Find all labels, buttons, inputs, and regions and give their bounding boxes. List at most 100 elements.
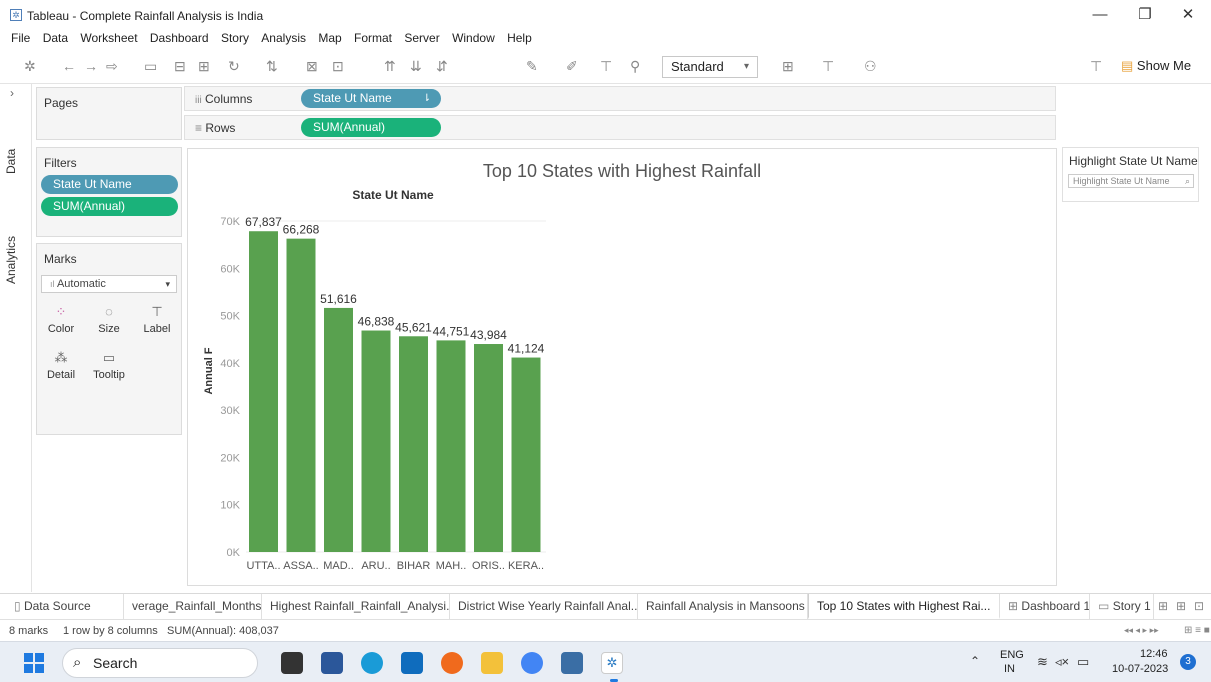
bing-icon[interactable] xyxy=(561,652,583,674)
task-view-icon[interactable] xyxy=(281,652,303,674)
menu-window[interactable]: Window xyxy=(452,28,495,48)
highlight-icon[interactable]: ✎ xyxy=(526,58,538,75)
share-icon[interactable]: ⚇ xyxy=(864,58,877,75)
highlight-input[interactable]: Highlight State Ut Name ⌕ xyxy=(1068,174,1194,188)
new-datasource-icon[interactable]: ⊟ xyxy=(174,58,186,75)
filter-pill-state[interactable]: State Ut Name xyxy=(41,175,178,194)
fit-dropdown-value: Standard xyxy=(671,59,724,74)
device-preview-icon[interactable]: ⊤ xyxy=(822,58,834,75)
undo-icon[interactable]: ← xyxy=(62,58,76,74)
menu-bar: File Data Worksheet Dashboard Story Anal… xyxy=(0,28,1211,48)
menu-data[interactable]: Data xyxy=(43,28,68,48)
edge-icon[interactable] xyxy=(361,652,383,674)
language-top[interactable]: ENG xyxy=(1000,649,1024,661)
new-dashboard-icon[interactable]: ⊞ xyxy=(1176,599,1186,613)
view-mode-icon[interactable]: ⊞ ≡ ■ xyxy=(1184,625,1210,636)
replay-icon[interactable]: ⇨ xyxy=(106,58,118,75)
chrome-icon[interactable] xyxy=(521,652,543,674)
taskbar-search[interactable]: ⌕ Search xyxy=(62,648,258,678)
annotate-icon[interactable]: ✐ xyxy=(566,58,578,75)
store-icon[interactable] xyxy=(321,652,343,674)
tab-analytics[interactable]: Analytics xyxy=(4,236,18,284)
windows-start-icon[interactable] xyxy=(24,653,44,673)
tooltip-icon: ▭ xyxy=(102,350,116,365)
firefox-icon[interactable] xyxy=(441,652,463,674)
filter-pill-annual[interactable]: SUM(Annual) xyxy=(41,197,178,216)
pages-title: Pages xyxy=(44,96,79,110)
color-button[interactable]: ⁘ Color xyxy=(41,304,81,335)
restore-button[interactable]: ❐ xyxy=(1125,4,1165,26)
new-worksheet-icon[interactable]: ⊞ xyxy=(1158,599,1168,613)
dashboard-icon: ⊞ xyxy=(1008,599,1019,613)
menu-map[interactable]: Map xyxy=(318,28,341,48)
file-explorer-icon[interactable] xyxy=(481,652,503,674)
save-icon[interactable]: ▭ xyxy=(144,58,157,75)
group-icon[interactable]: ⊠ xyxy=(306,58,318,75)
menu-analysis[interactable]: Analysis xyxy=(261,28,306,48)
mark-type-dropdown[interactable]: ıl Automatic ▾ xyxy=(41,275,177,293)
columns-pill[interactable]: State Ut Name ⇂ xyxy=(301,89,441,108)
expand-chevron-icon[interactable]: › xyxy=(10,86,14,100)
sheet-tab[interactable]: Highest Rainfall_Rainfall_Analysi... xyxy=(262,594,450,619)
tab-data[interactable]: Data xyxy=(4,149,18,174)
bar-chart: Top 10 States with Highest Rainfall State… xyxy=(203,161,761,572)
status-sum: SUM(Annual): 408,037 xyxy=(167,625,279,637)
new-story-icon[interactable]: ⊡ xyxy=(1194,599,1204,613)
language-bottom[interactable]: IN xyxy=(1004,663,1015,675)
clear-icon[interactable]: ⊡ xyxy=(332,58,344,75)
show-labels-icon[interactable]: ⇵ xyxy=(436,58,448,75)
detail-button[interactable]: ⁂ Detail xyxy=(41,350,81,381)
menu-dashboard[interactable]: Dashboard xyxy=(150,28,209,48)
label-icon[interactable]: ⊤ xyxy=(600,58,612,75)
menu-story[interactable]: Story xyxy=(221,28,249,48)
minimize-button[interactable]: — xyxy=(1080,4,1120,26)
sheet-tab-active[interactable]: Top 10 States with Highest Rai... xyxy=(808,594,1000,619)
new-worksheet-icon[interactable]: ⊞ xyxy=(198,58,210,75)
wifi-icon[interactable]: ≋ xyxy=(1037,654,1048,670)
chevron-up-icon[interactable]: ⌃ xyxy=(970,654,980,668)
menu-worksheet[interactable]: Worksheet xyxy=(80,28,137,48)
show-me-button[interactable]: ▤ Show Me xyxy=(1121,58,1191,74)
notification-badge[interactable]: 3 xyxy=(1180,654,1196,670)
x-tick-label: KERA.. xyxy=(508,560,544,572)
label-button[interactable]: ⊤ Label xyxy=(137,304,177,335)
bar-value-label: 51,616 xyxy=(320,292,357,306)
mail-icon[interactable] xyxy=(401,652,423,674)
close-button[interactable]: ✕ xyxy=(1168,4,1208,26)
sort-descending-icon[interactable]: ⇊ xyxy=(410,58,422,75)
tooltip-button[interactable]: ▭ Tooltip xyxy=(89,350,129,381)
volume-icon[interactable]: ◃× xyxy=(1055,654,1069,670)
size-button[interactable]: ◌ Size xyxy=(89,304,129,335)
pin-icon[interactable]: ⚲ xyxy=(630,58,640,75)
menu-server[interactable]: Server xyxy=(404,28,439,48)
tooltip-icon[interactable]: ⊤ xyxy=(1090,58,1102,75)
clock-time[interactable]: 12:46 xyxy=(1140,648,1168,660)
sheet-nav-icon[interactable]: ◂◂ ◂ ▸ ▸▸ xyxy=(1124,625,1159,636)
filters-title: Filters xyxy=(44,156,77,170)
menu-file[interactable]: File xyxy=(11,28,30,48)
columns-label: iii Columns xyxy=(195,92,253,106)
menu-help[interactable]: Help xyxy=(507,28,532,48)
refresh-icon[interactable]: ↻ xyxy=(228,58,240,75)
sort-ascending-icon[interactable]: ⇈ xyxy=(384,58,396,75)
sheet-tab[interactable]: District Wise Yearly Rainfall Anal... xyxy=(450,594,638,619)
clock-date[interactable]: 10-07-2023 xyxy=(1112,663,1168,675)
swap-icon[interactable]: ⇅ xyxy=(266,58,278,75)
bar xyxy=(474,344,503,552)
sheet-tab[interactable]: Rainfall Analysis in Mansoons xyxy=(638,594,808,619)
battery-icon[interactable]: ▭ xyxy=(1077,654,1089,670)
dashboard-tab[interactable]: ⊞ Dashboard 1 xyxy=(1000,594,1090,619)
sheet-tab[interactable]: verage_Rainfall_Months xyxy=(124,594,262,619)
columns-icon: iii xyxy=(195,95,202,106)
tab-data-source[interactable]: ▯ Data Source xyxy=(6,594,124,619)
story-tab[interactable]: ▭ Story 1 xyxy=(1090,594,1154,619)
size-label: Size xyxy=(98,323,120,335)
status-bar: 8 marks 1 row by 8 columns SUM(Annual): … xyxy=(0,619,1211,641)
tableau-logo-icon[interactable]: ✲ xyxy=(24,58,36,75)
presentation-icon[interactable]: ⊞ xyxy=(782,58,794,75)
fit-dropdown[interactable]: Standard ▾ xyxy=(662,56,758,78)
tableau-taskbar-icon[interactable]: ✲ xyxy=(601,652,623,674)
rows-pill[interactable]: SUM(Annual) xyxy=(301,118,441,137)
redo-icon[interactable]: → xyxy=(84,58,98,74)
menu-format[interactable]: Format xyxy=(354,28,392,48)
